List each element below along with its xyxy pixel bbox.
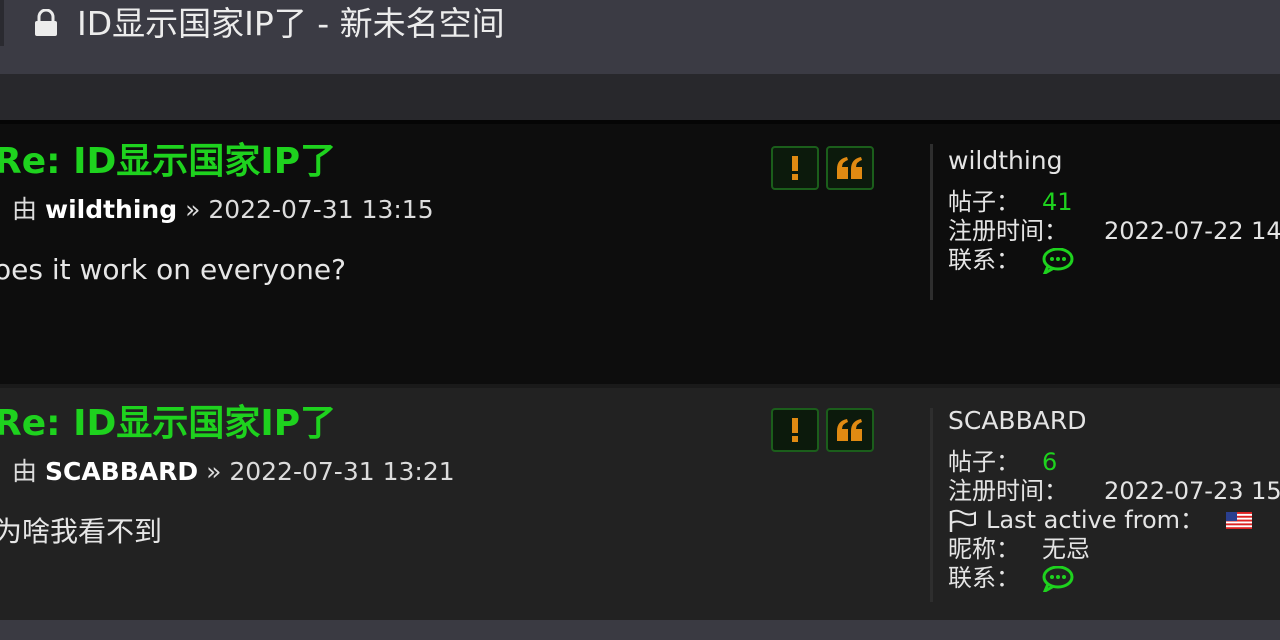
- profile-registered-row: 注册时间： 2022-07-22 14:25: [948, 217, 1280, 246]
- posts-label: 帖子：: [948, 448, 1020, 476]
- post-2: Re: ID显示国家IP了 由 SCABBARD » 2022-07-31 13…: [0, 388, 1280, 620]
- post-content: oes it work on everyone?: [0, 253, 347, 286]
- profile-username[interactable]: SCABBARD: [948, 404, 1280, 438]
- page-title[interactable]: ID显示国家IP了 - 新未名空间: [77, 2, 505, 46]
- profile-nickname-row: 昵称： 无忌: [948, 535, 1280, 564]
- profile-username[interactable]: wildthing: [948, 144, 1280, 178]
- us-flag-icon: [1226, 512, 1253, 529]
- page-bottom: [0, 620, 1280, 640]
- profile-divider: [930, 408, 933, 602]
- quote-icon: [837, 157, 862, 179]
- date-separator: »: [206, 457, 222, 486]
- post-1: Re: ID显示国家IP了 由 wildthing » 2022-07-31 1…: [0, 120, 1280, 384]
- nickname-label: 昵称：: [948, 535, 1020, 563]
- address-bar-edge: [0, 0, 4, 46]
- chat-bubble-icon[interactable]: [1042, 565, 1074, 592]
- nickname-value: 无忌: [1042, 535, 1090, 563]
- post-subject[interactable]: Re: ID显示国家IP了: [0, 402, 336, 446]
- quote-button[interactable]: [826, 146, 874, 190]
- last-active-label: Last active from：: [986, 506, 1205, 534]
- toolbar-gap: [0, 74, 1280, 120]
- profile-posts-row: 帖子： 6: [948, 448, 1280, 477]
- by-prefix: 由: [12, 195, 38, 224]
- post-author-line: 由 wildthing » 2022-07-31 13:15: [12, 194, 434, 226]
- profile-posts-row: 帖子： 41: [948, 188, 1280, 217]
- report-button[interactable]: [771, 408, 819, 452]
- quote-button[interactable]: [826, 408, 874, 452]
- contact-label: 联系：: [948, 246, 1020, 274]
- registered-date: 2022-07-23 15:23: [1104, 477, 1280, 505]
- flag-icon: [949, 509, 976, 532]
- chat-bubble-icon[interactable]: [1042, 247, 1074, 274]
- profile-last-active-row: Last active from：: [948, 506, 1280, 535]
- profile-contact-row: 联系：: [948, 246, 1280, 275]
- post-profile: wildthing 帖子： 41 注册时间： 2022-07-22 14:25 …: [948, 144, 1280, 275]
- post-date: 2022-07-31 13:15: [208, 195, 434, 224]
- posts-count[interactable]: 41: [1042, 188, 1073, 217]
- posts-label: 帖子：: [948, 188, 1020, 216]
- post-date: 2022-07-31 13:21: [229, 457, 455, 486]
- profile-contact-row: 联系：: [948, 564, 1280, 593]
- registered-label: 注册时间：: [948, 477, 1068, 505]
- address-bar: ID显示国家IP了 - 新未名空间: [0, 0, 1280, 74]
- by-prefix: 由: [12, 457, 38, 486]
- date-separator: »: [185, 195, 201, 224]
- contact-label: 联系：: [948, 564, 1020, 592]
- post-profile: SCABBARD 帖子： 6 注册时间： 2022-07-23 15:23 La…: [948, 404, 1280, 593]
- post-author[interactable]: SCABBARD: [45, 457, 198, 486]
- posts-count[interactable]: 6: [1042, 448, 1057, 477]
- exclamation-icon: [792, 156, 798, 180]
- registered-label: 注册时间：: [948, 217, 1068, 245]
- post-author-line: 由 SCABBARD » 2022-07-31 13:21: [12, 456, 455, 488]
- profile-registered-row: 注册时间： 2022-07-23 15:23: [948, 477, 1280, 506]
- profile-divider: [930, 144, 933, 300]
- quote-icon: [837, 419, 862, 441]
- lock-icon: [35, 9, 57, 36]
- post-content: 为啥我看不到: [0, 515, 163, 548]
- exclamation-icon: [792, 418, 798, 442]
- post-author[interactable]: wildthing: [45, 195, 177, 224]
- post-subject[interactable]: Re: ID显示国家IP了: [0, 140, 336, 184]
- report-button[interactable]: [771, 146, 819, 190]
- registered-date: 2022-07-22 14:25: [1104, 217, 1280, 245]
